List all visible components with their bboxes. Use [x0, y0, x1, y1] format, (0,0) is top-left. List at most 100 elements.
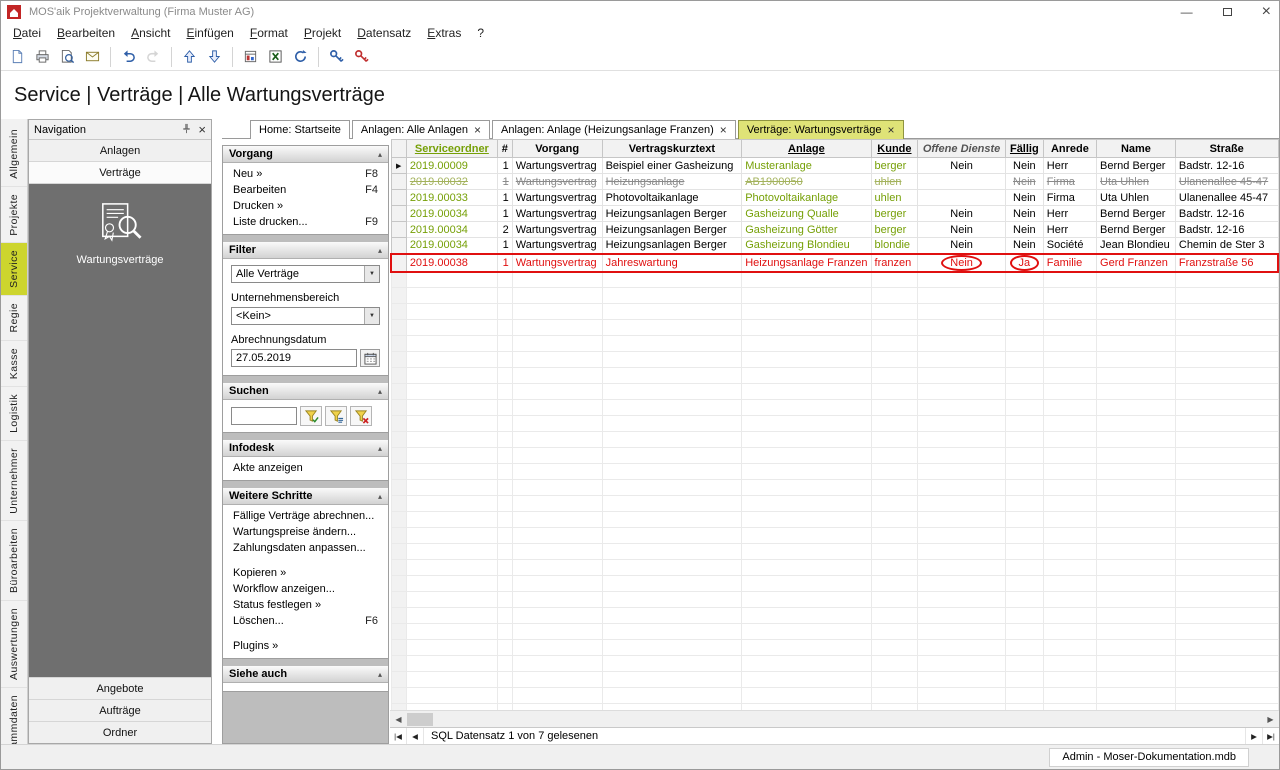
- nav-item-verträge[interactable]: Verträge: [29, 162, 211, 184]
- cell-[interactable]: 1: [496, 252, 513, 273]
- minimize-button[interactable]: —: [1181, 6, 1193, 18]
- cell-vertragskurztext[interactable]: Heizungsanlagen Berger: [601, 205, 743, 222]
- cell-vorgang[interactable]: Wartungsvertrag: [511, 189, 603, 206]
- cell-kunde[interactable]: franzen: [870, 252, 919, 273]
- cell-offene-dienste[interactable]: Nein: [917, 252, 1006, 273]
- collapse-icon[interactable]: ▴: [378, 150, 382, 159]
- cell-vertragskurztext[interactable]: Photovoltaikanlage: [601, 189, 743, 206]
- navigate-down-button[interactable]: [202, 45, 227, 69]
- cell-[interactable]: 1: [496, 173, 513, 190]
- cell-anlage[interactable]: Gasheizung Qualle: [741, 205, 872, 222]
- menu-item-extras[interactable]: Extras: [419, 24, 469, 42]
- print-button[interactable]: [30, 45, 55, 69]
- cell-offene-dienste[interactable]: [917, 189, 1006, 206]
- task-kopieren[interactable]: Kopieren »: [223, 565, 388, 581]
- cell-offene-dienste[interactable]: Nein: [917, 221, 1006, 238]
- task-wartungspreise-ändern[interactable]: Wartungspreise ändern...: [223, 524, 388, 540]
- menu-item-projekt[interactable]: Projekt: [296, 24, 349, 42]
- cell-anlage[interactable]: Heizungsanlage Franzen: [741, 252, 872, 273]
- menu-item-datei[interactable]: Datei: [5, 24, 49, 42]
- cell-offene-dienste[interactable]: Nein: [917, 157, 1006, 174]
- cell-serviceordner[interactable]: 2019.00009: [405, 157, 498, 174]
- cell-straße[interactable]: Badstr. 12-16: [1174, 221, 1279, 238]
- tab-close-icon[interactable]: ×: [474, 124, 481, 136]
- tab-verträge-wartungsverträge[interactable]: Verträge: Wartungsverträge ×: [737, 120, 904, 139]
- cell-serviceordner[interactable]: 2019.00034: [405, 237, 498, 254]
- scroll-right-icon[interactable]: ▶: [1262, 711, 1279, 727]
- column-header-straße[interactable]: Straße: [1174, 139, 1279, 158]
- tab-anlagen-alle-anlagen[interactable]: Anlagen: Alle Anlagen ×: [351, 120, 490, 139]
- column-header-[interactable]: #: [496, 139, 513, 158]
- sidebar-tab-auswertungen[interactable]: Auswertungen: [1, 601, 27, 689]
- sidebar-tab-service[interactable]: Service: [1, 243, 27, 297]
- section-header-siehe-auch[interactable]: Siehe auch ▴: [223, 666, 388, 683]
- menu-item-bearbeiten[interactable]: Bearbeiten: [49, 24, 123, 42]
- nav-item-ordner[interactable]: Ordner: [29, 721, 211, 743]
- cell-vertragskurztext[interactable]: Beispiel einer Gasheizung: [601, 157, 743, 174]
- cell-serviceordner[interactable]: 2019.00038: [405, 252, 498, 273]
- task-zahlungsdaten-anpassen[interactable]: Zahlungsdaten anpassen...: [223, 540, 388, 556]
- task-neu[interactable]: Neu » F8: [223, 166, 388, 182]
- cell-fällig[interactable]: Nein: [1004, 189, 1044, 206]
- task-status-festlegen[interactable]: Status festlegen »: [223, 597, 388, 613]
- column-header-serviceordner[interactable]: Serviceordner: [405, 139, 498, 158]
- cell-name[interactable]: Bernd Berger: [1096, 205, 1176, 222]
- cell-fällig[interactable]: Nein: [1004, 205, 1044, 222]
- sidebar-tab-projekte[interactable]: Projekte: [1, 187, 27, 244]
- column-header-anlage[interactable]: Anlage: [741, 139, 872, 158]
- column-header-anrede[interactable]: Anrede: [1042, 139, 1098, 158]
- cell-[interactable]: 2: [496, 221, 513, 238]
- filter-apply-button[interactable]: [300, 406, 322, 426]
- section-header-vorgang[interactable]: Vorgang ▴: [223, 146, 388, 163]
- cell-serviceordner[interactable]: 2019.00034: [405, 205, 498, 222]
- navigate-up-button[interactable]: [177, 45, 202, 69]
- cell-offene-dienste[interactable]: Nein: [917, 205, 1006, 222]
- sidebar-tab-kasse[interactable]: Kasse: [1, 341, 27, 387]
- task-liste-drucken[interactable]: Liste drucken... F9: [223, 214, 388, 230]
- task-löschen[interactable]: Löschen... F6: [223, 613, 388, 629]
- nav-item-aufträge[interactable]: Aufträge: [29, 699, 211, 721]
- cell-straße[interactable]: Badstr. 12-16: [1174, 157, 1279, 174]
- task-workflow-anzeigen[interactable]: Workflow anzeigen...: [223, 581, 388, 597]
- cell-anrede[interactable]: Herr: [1042, 205, 1098, 222]
- cell-vertragskurztext[interactable]: Heizungsanlage: [601, 173, 743, 190]
- task-bearbeiten[interactable]: Bearbeiten F4: [223, 182, 388, 198]
- next-record-button[interactable]: ▶: [1245, 728, 1262, 744]
- row-selector[interactable]: [390, 205, 407, 222]
- cell-straße[interactable]: Ulanenallee 45-47: [1174, 173, 1279, 190]
- row-selector[interactable]: [390, 221, 407, 238]
- close-button[interactable]: ×: [1262, 4, 1271, 20]
- close-panel-icon[interactable]: ×: [198, 123, 206, 136]
- tab-close-icon[interactable]: ×: [720, 124, 727, 136]
- cell-fällig[interactable]: Nein: [1004, 221, 1044, 238]
- filter-form-button[interactable]: [325, 406, 347, 426]
- cell-offene-dienste[interactable]: Nein: [917, 237, 1006, 254]
- cell-straße[interactable]: Ulanenallee 45-47: [1174, 189, 1279, 206]
- sidebar-tab-unternehmer[interactable]: Unternehmer: [1, 441, 27, 522]
- refresh-button[interactable]: [288, 45, 313, 69]
- cell-vorgang[interactable]: Wartungsvertrag: [511, 237, 603, 254]
- pin-icon[interactable]: [181, 123, 192, 137]
- search-input[interactable]: [231, 407, 297, 425]
- cell-name[interactable]: Jean Blondieu: [1096, 237, 1176, 254]
- report-button[interactable]: [238, 45, 263, 69]
- filter-clear-button[interactable]: [350, 406, 372, 426]
- cell-vorgang[interactable]: Wartungsvertrag: [511, 252, 603, 273]
- cell-fällig[interactable]: Nein: [1004, 157, 1044, 174]
- cell-anlage[interactable]: Gasheizung Blondieu: [741, 237, 872, 254]
- cell-anrede[interactable]: Firma: [1042, 189, 1098, 206]
- cell-straße[interactable]: Badstr. 12-16: [1174, 205, 1279, 222]
- print-preview-button[interactable]: [55, 45, 80, 69]
- cell-kunde[interactable]: berger: [870, 221, 919, 238]
- cell-vorgang[interactable]: Wartungsvertrag: [511, 205, 603, 222]
- first-record-button[interactable]: |◀: [390, 728, 407, 744]
- cell-kunde[interactable]: berger: [870, 157, 919, 174]
- nav-item-angebote[interactable]: Angebote: [29, 677, 211, 699]
- cell-name[interactable]: Gerd Franzen: [1096, 252, 1176, 273]
- navigation-current-view[interactable]: Wartungsverträge: [29, 184, 211, 677]
- scroll-left-icon[interactable]: ◀: [390, 711, 407, 727]
- collapse-icon[interactable]: ▴: [378, 246, 382, 255]
- cell-[interactable]: 1: [496, 157, 513, 174]
- cell-[interactable]: 1: [496, 189, 513, 206]
- cell-name[interactable]: Bernd Berger: [1096, 221, 1176, 238]
